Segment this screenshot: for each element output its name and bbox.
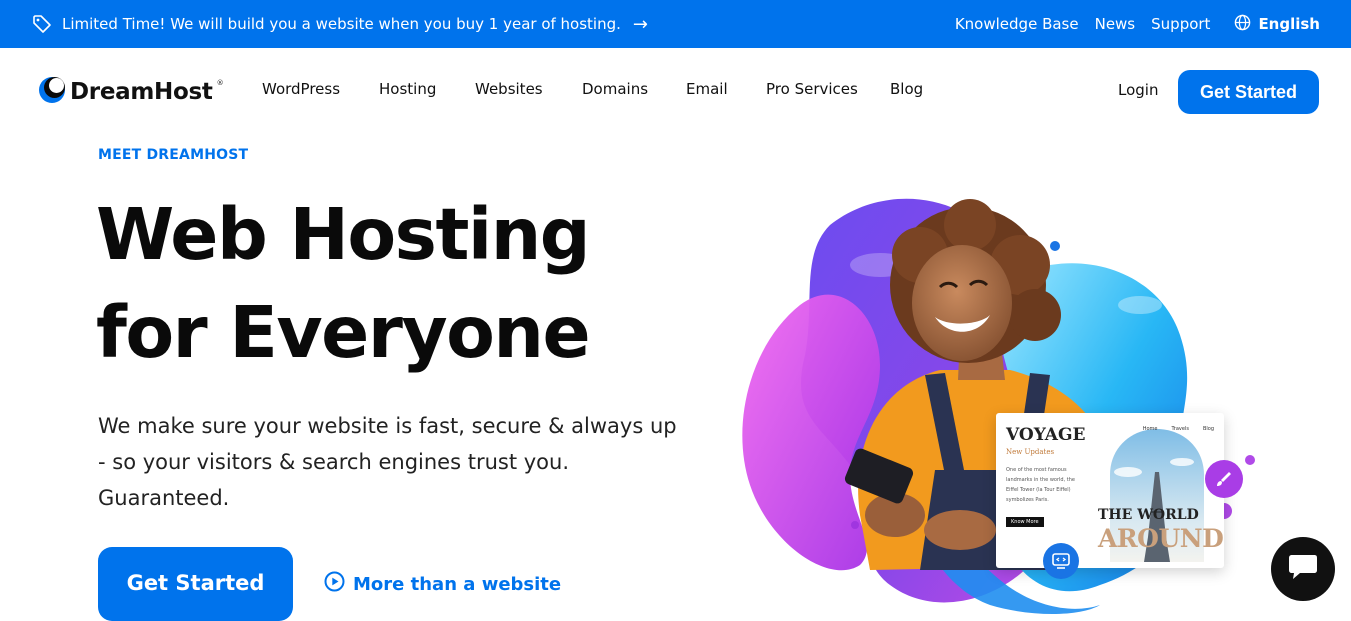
utility-nav: Knowledge Base News Support English — [955, 0, 1320, 48]
get-started-hero-button[interactable]: Get Started — [98, 547, 293, 621]
support-link[interactable]: Support — [1151, 15, 1210, 33]
get-started-nav-button[interactable]: Get Started — [1178, 70, 1319, 114]
nav-item-wordpress[interactable]: WordPress — [262, 80, 379, 98]
globe-icon — [1234, 14, 1251, 35]
registered-mark: ® — [216, 79, 224, 87]
language-selector[interactable]: English — [1234, 14, 1320, 35]
code-badge-icon — [1043, 543, 1079, 579]
chat-bubble-icon — [1287, 553, 1319, 585]
mockup-headline-bottom: AROUND — [1098, 524, 1224, 553]
mockup-title: VOYAGE — [1006, 425, 1086, 445]
hero-title-line-2: for Everyone — [96, 291, 591, 374]
paintbrush-badge-icon — [1205, 460, 1243, 498]
main-nav: DreamHost ® WordPress Hosting Websites D… — [0, 48, 1351, 136]
mockup-headline-top: THE WORLD — [1098, 507, 1199, 523]
promo-text: Limited Time! We will build you a websit… — [62, 15, 621, 33]
mockup-nav-item: Home — [1142, 426, 1158, 432]
primary-menu: WordPress Hosting Websites Domains Email… — [262, 80, 923, 98]
mockup-nav-item: Travels — [1171, 426, 1189, 432]
more-than-a-website-link[interactable]: More than a website — [324, 571, 561, 597]
login-link[interactable]: Login — [1118, 81, 1158, 99]
nav-item-websites[interactable]: Websites — [475, 80, 582, 98]
dreamhost-logo[interactable]: DreamHost ® — [38, 77, 224, 107]
nav-item-blog[interactable]: Blog — [890, 80, 923, 98]
hero-title-line-1: Web Hosting — [96, 193, 591, 276]
nav-item-hosting[interactable]: Hosting — [379, 80, 475, 98]
dreamhost-moon-icon — [38, 76, 66, 108]
promo-message-link[interactable]: Limited Time! We will build you a websit… — [32, 0, 648, 48]
nav-item-pro-services[interactable]: Pro Services — [766, 80, 890, 98]
mockup-nav-item: Blog — [1202, 426, 1214, 432]
mockup-nav: Home Travels Blog — [1143, 426, 1214, 432]
website-mockup-card: VOYAGE New Updates One of the most famou… — [996, 413, 1224, 568]
logo-text: DreamHost — [70, 79, 213, 105]
mockup-subtitle: New Updates — [1006, 448, 1055, 456]
play-circle-icon — [324, 571, 345, 597]
tag-icon — [32, 14, 52, 34]
nav-item-email[interactable]: Email — [686, 80, 766, 98]
promo-bar: Limited Time! We will build you a websit… — [0, 0, 1351, 48]
language-label: English — [1258, 15, 1320, 33]
chat-widget-button[interactable] — [1271, 537, 1335, 601]
mockup-know-more-button: Know More — [1006, 517, 1044, 527]
mockup-paragraph: One of the most famous landmarks in the … — [1006, 467, 1075, 503]
nav-item-domains[interactable]: Domains — [582, 80, 686, 98]
hero-subtitle: We make sure your website is fast, secur… — [98, 414, 677, 510]
hero-title: Web Hosting for Everyone — [96, 186, 591, 382]
news-link[interactable]: News — [1095, 15, 1136, 33]
arrow-right-icon[interactable]: → — [633, 14, 648, 35]
knowledge-base-link[interactable]: Knowledge Base — [955, 15, 1079, 33]
hero-eyebrow: MEET DREAMHOST — [98, 147, 249, 163]
more-link-label: More than a website — [353, 573, 562, 595]
